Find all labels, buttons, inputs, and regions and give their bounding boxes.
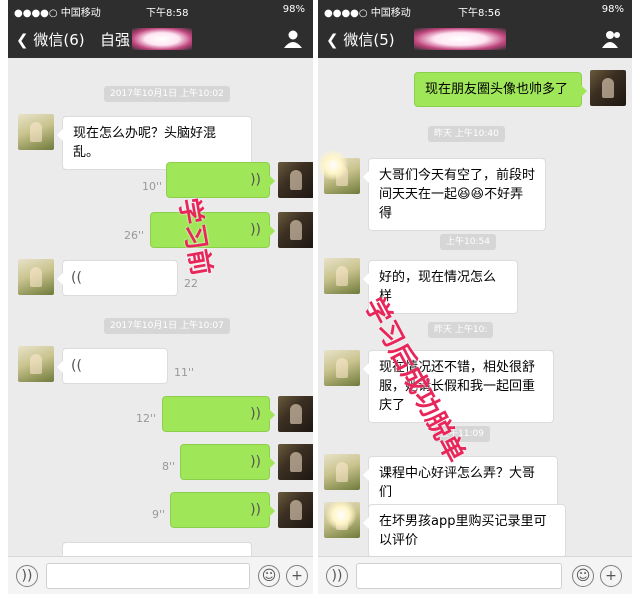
carrier-label: ●●●●○ 中国移动 — [324, 8, 411, 19]
avatar[interactable] — [278, 492, 313, 528]
voice-duration: 8'' — [162, 460, 176, 473]
avatar[interactable] — [278, 162, 313, 198]
profile-icon[interactable] — [602, 30, 622, 48]
voice-duration: 22 — [184, 277, 198, 290]
input-bar: )) ☺ + — [8, 556, 313, 594]
voice-message[interactable]: )) — [170, 492, 275, 528]
voice-icon: )) — [250, 454, 261, 470]
timestamp: 昨天 上午10:40 — [428, 126, 505, 142]
emoji-icon[interactable]: ☺ — [258, 565, 280, 587]
sparkle-overlay — [318, 150, 348, 180]
voice-icon: )) — [250, 172, 261, 188]
message-bubble[interactable]: 在坏男孩app里购买记录里可以评价 — [363, 504, 566, 558]
voice-duration: 26'' — [124, 229, 145, 242]
timestamp: 上午10:54 — [440, 234, 496, 250]
redacted-name — [414, 28, 506, 50]
timestamp: 2017年10月1日 上午10:02 — [104, 86, 230, 102]
message-input[interactable] — [356, 563, 562, 589]
voice-message[interactable]: )) — [180, 444, 275, 480]
back-button[interactable]: ❮ 微信(5) — [326, 29, 395, 50]
voice-message[interactable]: (( — [57, 348, 168, 384]
chat-title: 自强 — [100, 31, 131, 49]
avatar[interactable] — [278, 444, 313, 480]
clock: 下午8:58 — [146, 8, 189, 19]
avatar[interactable] — [324, 454, 360, 490]
battery-label: 98% — [601, 4, 624, 15]
voice-icon: (( — [71, 270, 82, 286]
voice-icon[interactable]: )) — [326, 565, 348, 587]
clock: 下午8:56 — [458, 8, 501, 19]
chat-header: ❮ 微信(5) — [318, 20, 632, 58]
timestamp: 昨天 上午10: — [428, 322, 494, 338]
profile-icon[interactable] — [283, 30, 303, 48]
input-bar: )) ☺ + — [318, 556, 632, 594]
avatar[interactable] — [278, 396, 313, 432]
voice-duration: 12'' — [136, 412, 157, 425]
voice-message[interactable]: )) — [166, 162, 275, 198]
chat-header: ❮ 微信(6) 自强 — [8, 20, 313, 58]
status-bar: ●●●●○ 中国移动 下午8:58 98% — [8, 0, 313, 20]
voice-icon[interactable]: )) — [16, 565, 38, 587]
avatar[interactable] — [18, 346, 54, 382]
watermark-stamp: 学习前 — [173, 195, 217, 278]
message-input[interactable] — [46, 563, 250, 589]
battery-label: 98% — [282, 4, 305, 15]
message-bubble[interactable]: 大哥们今天有空了，前段时间天天在一起😆😆不好弄得 — [363, 158, 546, 231]
chevron-left-icon: ❮ — [326, 31, 339, 49]
back-label: 微信(6) — [33, 31, 85, 49]
carrier-label: ●●●●○ 中国移动 — [14, 8, 101, 19]
avatar[interactable] — [324, 258, 360, 294]
right-chat-screenshot: ●●●●○ 中国移动 下午8:56 98% ❮ 微信(5) 现在朋友圈头像也帅多… — [318, 0, 632, 594]
emoji-icon[interactable]: ☺ — [572, 565, 594, 587]
avatar[interactable] — [18, 114, 54, 150]
avatar[interactable] — [590, 70, 626, 106]
avatar[interactable] — [18, 259, 54, 295]
status-bar: ●●●●○ 中国移动 下午8:56 98% — [318, 0, 632, 20]
plus-icon[interactable]: + — [286, 565, 308, 587]
voice-duration: 9'' — [152, 508, 166, 521]
sparkle-overlay — [326, 500, 356, 530]
voice-icon: )) — [250, 406, 261, 422]
message-bubble[interactable]: 课程中心好评怎么弄？大哥们 — [363, 456, 558, 510]
voice-icon: )) — [250, 222, 261, 238]
message-bubble[interactable]: 现在朋友圈头像也帅多了 — [414, 72, 587, 107]
avatar[interactable] — [278, 212, 313, 248]
voice-message[interactable]: )) — [162, 396, 275, 432]
timestamp: 2017年10月1日 上午10:07 — [104, 318, 230, 334]
left-chat-screenshot: ●●●●○ 中国移动 下午8:58 98% ❮ 微信(6) 自强 2017年10… — [8, 0, 313, 594]
back-label: 微信(5) — [343, 31, 395, 49]
back-button[interactable]: ❮ 微信(6) — [16, 29, 85, 50]
voice-message[interactable]: (( — [57, 260, 178, 296]
voice-duration: 11'' — [174, 366, 195, 379]
redacted-name — [132, 28, 192, 50]
voice-duration: 10'' — [142, 180, 163, 193]
voice-icon: (( — [71, 358, 82, 374]
voice-icon: )) — [250, 502, 261, 518]
avatar[interactable] — [324, 350, 360, 386]
chevron-left-icon: ❮ — [16, 31, 29, 49]
plus-icon[interactable]: + — [600, 565, 622, 587]
